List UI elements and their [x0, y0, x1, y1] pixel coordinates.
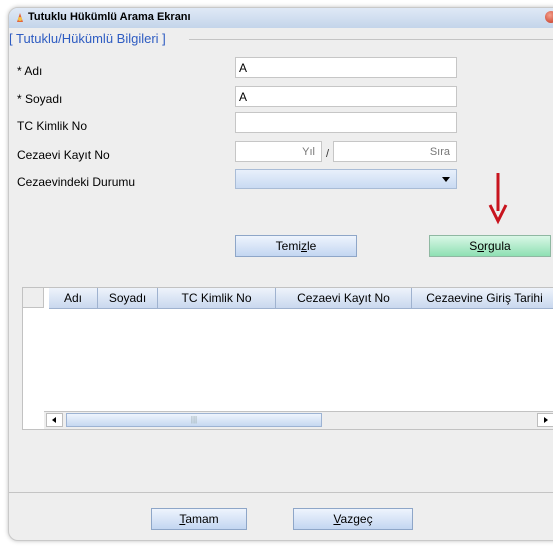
column-giris-tarihi[interactable]: Cezaevine Giriş Tarihi — [412, 288, 553, 309]
app-icon — [17, 13, 23, 22]
tamam-button[interactable]: Tamam — [151, 508, 247, 530]
tamam-label: amam — [185, 512, 219, 526]
kayit-yil-field[interactable]: Yıl — [235, 141, 322, 162]
adi-field[interactable]: A — [235, 57, 457, 78]
chevron-right-icon — [544, 417, 548, 423]
column-adi[interactable]: Adı — [49, 288, 98, 309]
adi-label: * Adı — [17, 64, 43, 78]
column-soyadi[interactable]: Soyadı — [98, 288, 158, 309]
table-header: Adı Soyadı TC Kimlik No Cezaevi Kayıt No… — [23, 288, 553, 309]
scroll-thumb[interactable]: ||| — [66, 413, 322, 427]
group-border — [189, 39, 553, 40]
column-kayit[interactable]: Cezaevi Kayıt No — [276, 288, 412, 309]
kayit-label: Cezaevi Kayıt No — [17, 148, 110, 162]
footer-separator — [9, 492, 553, 493]
vazgec-label: azgeç — [340, 512, 373, 526]
kayit-separator: / — [326, 148, 330, 160]
results-table[interactable]: Adı Soyadı TC Kimlik No Cezaevi Kayıt No… — [22, 287, 553, 430]
sorgula-button[interactable]: Sorgula — [429, 235, 551, 257]
window-title: Tutuklu Hükümlü Arama Ekranı — [28, 11, 191, 23]
sorgula-label-b: rgula — [484, 239, 511, 253]
kayit-sira-field[interactable]: Sıra — [333, 141, 457, 162]
soyadi-field[interactable]: A — [235, 86, 457, 107]
scroll-left-button[interactable] — [46, 413, 63, 427]
durum-label: Cezaevindeki Durumu — [17, 175, 136, 189]
search-window: Tutuklu Hükümlü Arama Ekranı [ Tutuklu/H… — [8, 7, 553, 541]
select-all-corner[interactable] — [23, 288, 44, 308]
close-icon[interactable] — [545, 11, 553, 23]
scroll-right-button[interactable] — [537, 413, 553, 427]
chevron-left-icon — [52, 417, 56, 423]
sorgula-mnemonic: o — [477, 239, 484, 253]
vazgec-mnemonic: V — [333, 512, 341, 526]
temizle-label-a: Temi — [275, 239, 301, 253]
soyadi-label: * Soyadı — [17, 92, 63, 106]
temizle-button[interactable]: Temizle — [235, 235, 357, 257]
red-arrow-down-icon — [488, 173, 508, 225]
title-bar: Tutuklu Hükümlü Arama Ekranı — [9, 8, 553, 28]
group-legend: [ Tutuklu/Hükümlü Bilgileri ] — [9, 31, 170, 46]
temizle-label-b: le — [307, 239, 317, 253]
vazgec-button[interactable]: Vazgeç — [293, 508, 413, 530]
durum-dropdown[interactable] — [235, 169, 457, 189]
horizontal-scrollbar[interactable]: ||| — [44, 411, 553, 429]
column-tc[interactable]: TC Kimlik No — [158, 288, 276, 309]
tc-label: TC Kimlik No — [17, 119, 88, 133]
tc-field[interactable] — [235, 112, 457, 133]
chevron-down-icon — [442, 177, 450, 182]
